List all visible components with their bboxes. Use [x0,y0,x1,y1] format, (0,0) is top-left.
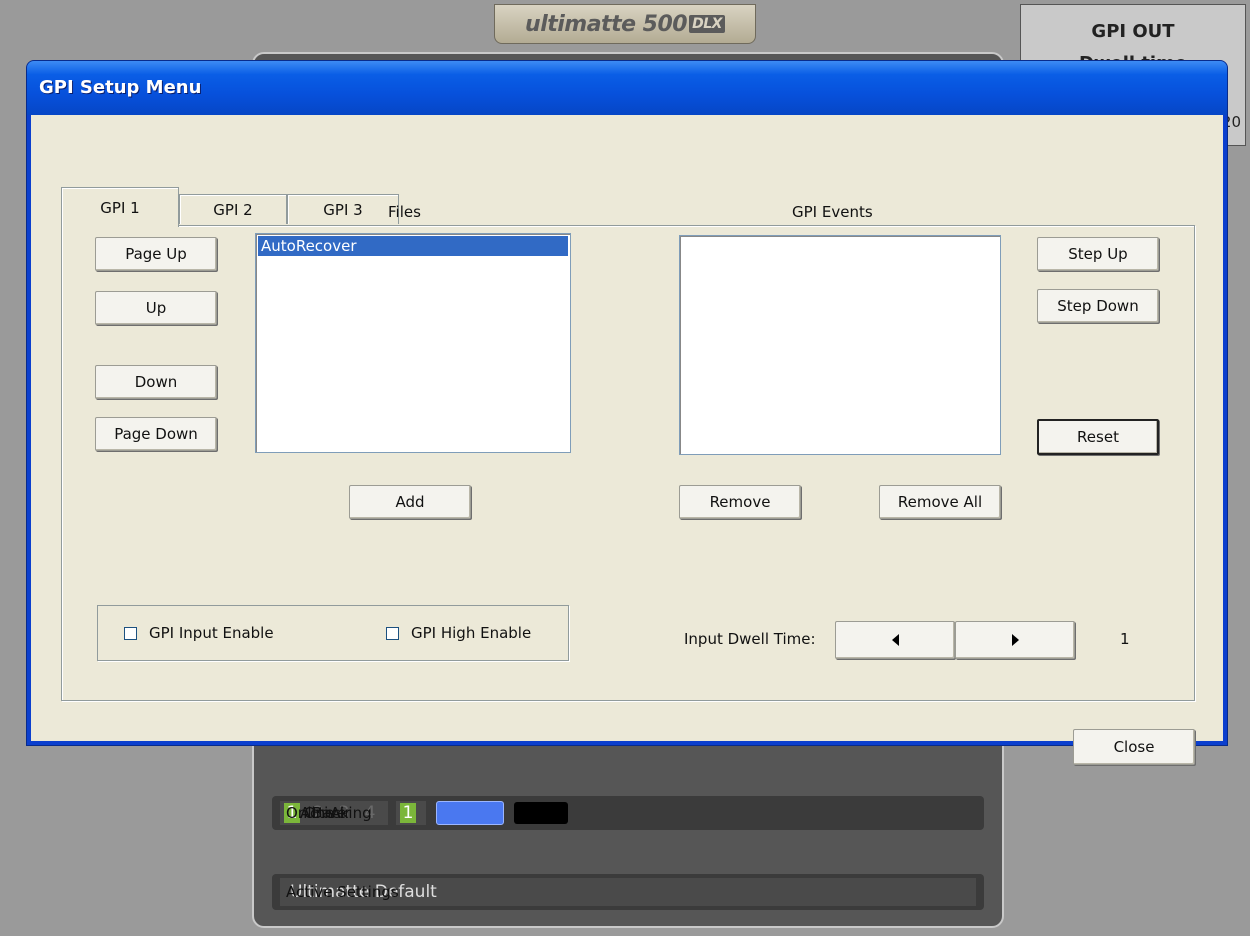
gpi-setup-dialog: GPI Setup Menu GPI 1 GPI 2 GPI 3 Files A… [26,60,1228,765]
gpi-events-label: GPI Events [792,203,873,221]
files-label: Files [388,203,421,221]
reset-button[interactable]: Reset [1037,419,1159,455]
logo-badge: DLX [689,15,725,33]
tab-gpi-3[interactable]: GPI 3 [287,194,399,224]
up-button[interactable]: Up [95,291,217,325]
down-button[interactable]: Down [95,365,217,399]
dialog-titlebar[interactable]: GPI Setup Menu [27,61,1227,115]
app-logo: ultimatte 500 DLX [494,4,756,44]
status-bar: Online 1 2 3 4 Active 1 Backing On Air [272,796,984,830]
active-settings-label: Active Settings [286,883,399,901]
step-up-button[interactable]: Step Up [1037,237,1159,271]
gpi-high-enable-checkbox[interactable]: GPI High Enable [386,624,531,642]
tab-gpi-1[interactable]: GPI 1 [61,187,179,227]
logo-text: ultimatte 500 [525,11,688,37]
backing-color-swatch [436,801,504,825]
on-air-label: On Air [304,804,351,822]
add-button[interactable]: Add [349,485,471,519]
remove-all-button[interactable]: Remove All [879,485,1001,519]
left-arrow-icon [891,634,899,646]
dwell-decrease-button[interactable] [835,621,955,659]
files-listbox[interactable]: AutoRecover [255,233,571,453]
gpi-input-enable-checkbox[interactable]: GPI Input Enable [124,624,274,642]
remove-button[interactable]: Remove [679,485,801,519]
input-dwell-time-value: 1 [1120,630,1130,648]
close-button[interactable]: Close [1073,729,1195,765]
dialog-client: GPI 1 GPI 2 GPI 3 Files AutoRecover Page… [31,115,1223,765]
active-numbers: 1 [396,801,426,825]
gpi-input-enable-label: GPI Input Enable [149,624,274,642]
gpi-out-title: GPI OUT [1091,21,1175,42]
dwell-increase-button[interactable] [955,621,1075,659]
files-list-item[interactable]: AutoRecover [258,236,568,256]
tab-gpi-2[interactable]: GPI 2 [179,194,287,224]
active-settings-bar: Active Settings Ultimatte Default [272,874,984,910]
page-up-button[interactable]: Page Up [95,237,217,271]
checkbox-box[interactable] [386,626,399,640]
on-air-indicator [514,802,568,824]
gpi-events-listbox[interactable] [679,235,1001,455]
page-down-button[interactable]: Page Down [95,417,217,451]
active-number: 1 [400,803,416,823]
right-arrow-icon [1011,634,1019,646]
enable-options-group: GPI Input Enable GPI High Enable [97,605,569,661]
step-down-button[interactable]: Step Down [1037,289,1159,323]
input-dwell-time-label: Input Dwell Time: [684,630,816,648]
checkbox-box[interactable] [124,626,137,640]
gpi-high-enable-label: GPI High Enable [411,624,532,642]
dialog-title: GPI Setup Menu [39,77,202,98]
